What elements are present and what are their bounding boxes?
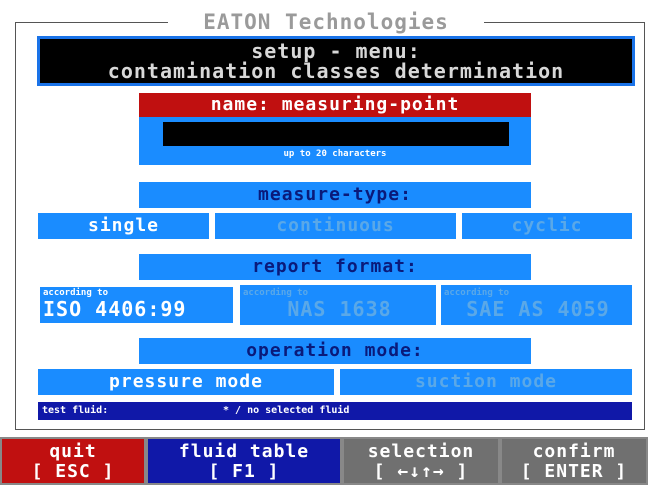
quit-key: [ ESC ] xyxy=(31,461,115,482)
report-format-header: report format: xyxy=(139,254,531,280)
name-hint: up to 20 characters xyxy=(283,149,387,159)
confirm-label: confirm xyxy=(532,441,616,462)
operation-mode-header: operation mode: xyxy=(139,338,531,364)
nas-label: NAS 1638 xyxy=(287,297,392,321)
fluid-table-key: [ F1 ] xyxy=(208,461,280,482)
measure-type-continuous[interactable]: continuous xyxy=(215,213,456,239)
name-header: name: measuring-point xyxy=(139,93,531,117)
fluid-table-button[interactable]: fluid table [ F1 ] xyxy=(146,437,342,485)
measure-type-cyclic[interactable]: cyclic xyxy=(462,213,632,239)
sae-label: SAE AS 4059 xyxy=(466,297,610,321)
confirm-button[interactable]: confirm [ ENTER ] xyxy=(500,437,648,485)
quit-button[interactable]: quit [ ESC ] xyxy=(0,437,146,485)
measure-type-single[interactable]: single xyxy=(38,213,209,239)
menu-title-line1: setup - menu: xyxy=(251,39,421,63)
confirm-key: [ ENTER ] xyxy=(520,461,628,482)
test-fluid-label: test fluid: xyxy=(42,405,109,416)
fluid-table-label: fluid table xyxy=(178,441,310,462)
operation-mode-pressure[interactable]: pressure mode xyxy=(38,369,334,395)
quit-label: quit xyxy=(49,441,97,462)
test-fluid-bar: test fluid: * / no selected fluid xyxy=(38,402,632,420)
measuring-point-name-input[interactable] xyxy=(163,122,509,146)
selection-label: selection xyxy=(367,441,475,462)
report-format-sae[interactable]: according to SAE AS 4059 xyxy=(441,285,632,325)
report-format-nas[interactable]: according to NAS 1638 xyxy=(240,285,436,325)
menu-title-line2: contamination classes determination xyxy=(107,59,565,83)
selection-button[interactable]: selection [ ←↓↑→ ] xyxy=(342,437,500,485)
test-fluid-value: * / no selected fluid xyxy=(223,405,350,416)
brand-title: EATON Technologies xyxy=(168,10,484,34)
report-format-iso[interactable]: according to ISO 4406:99 xyxy=(38,285,235,325)
operation-mode-suction[interactable]: suction mode xyxy=(340,369,632,395)
menu-title: setup - menu: contamination classes dete… xyxy=(37,36,635,86)
selection-key: [ ←↓↑→ ] xyxy=(373,461,469,482)
iso-label: ISO 4406:99 xyxy=(43,297,187,321)
measure-type-header: measure-type: xyxy=(139,182,531,208)
